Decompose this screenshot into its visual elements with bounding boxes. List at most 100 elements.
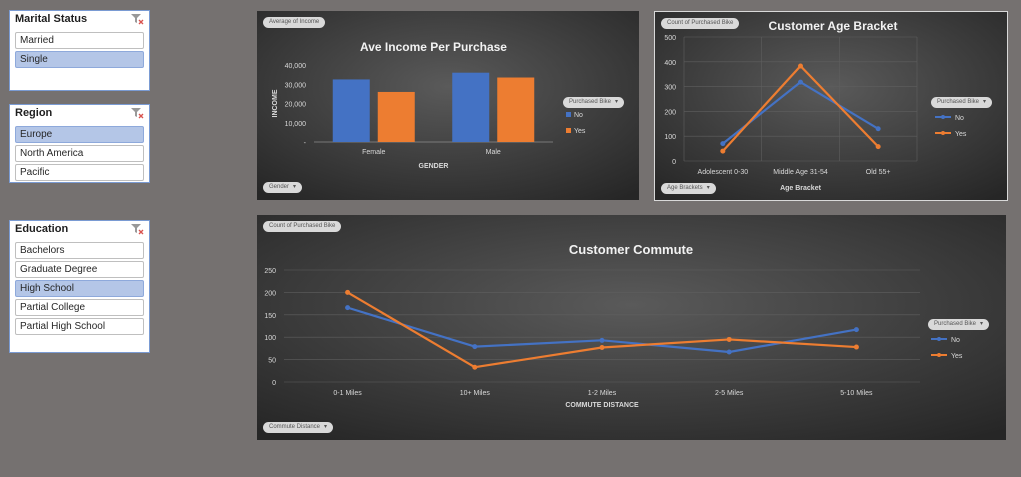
point-no-2	[599, 337, 605, 343]
point-no-4	[853, 327, 859, 333]
legend-field-button[interactable]: Purchased Bike	[563, 97, 625, 108]
y-tick-label: 300	[664, 85, 676, 92]
legend-dot-yes	[941, 131, 945, 135]
y-tick-label: 20,000	[285, 102, 307, 109]
x-tick-label: Male	[486, 149, 501, 156]
point-yes-1	[472, 364, 478, 370]
slicer-item-graduate-degree[interactable]: Graduate Degree	[15, 261, 144, 278]
x-tick-label: 2-5 Miles	[715, 390, 744, 397]
y-tick-label: 100	[664, 134, 676, 141]
slicer-header: Region	[10, 105, 149, 123]
bar-yes-male	[497, 77, 535, 142]
chart-title: Ave Income Per Purchase	[360, 40, 507, 54]
chart-title: Customer Age Bracket	[769, 19, 898, 33]
x-tick-label: 5-10 Miles	[840, 390, 873, 397]
age-chart[interactable]: Customer Age Bracket 0 100 200 300 400 500 Adol…	[654, 11, 1008, 201]
x-tick-label: Middle Age 31-54	[773, 169, 828, 176]
y-tick-label: 500	[664, 35, 676, 42]
value-field-button[interactable]: Average of Income	[263, 17, 326, 28]
y-tick-label: 0	[272, 380, 276, 387]
point-no-0	[345, 305, 351, 311]
legend-label-yes: Yes	[574, 128, 586, 135]
axis-field-button[interactable]: Gender	[263, 182, 303, 193]
commute-chart[interactable]: Customer Commute 0 50 100 150 200 250 0-1 Miles…	[257, 215, 1006, 440]
slicer-title: Region	[15, 107, 53, 119]
x-tick-label: 10+ Miles	[460, 390, 491, 397]
legend-dot-yes	[937, 353, 941, 357]
legend-label-no: No	[574, 112, 583, 119]
clear-filter-icon[interactable]	[130, 107, 144, 119]
legend-label-no: No	[951, 337, 960, 344]
point-yes-3	[726, 336, 732, 342]
x-axis-label: COMMUTE DISTANCE	[565, 402, 639, 409]
slicer-marital-status: Marital Status Married Single	[9, 10, 150, 91]
y-tick-label: 10,000	[285, 121, 307, 128]
x-tick-label: Adolescent 0-30	[698, 169, 749, 176]
legend-label-no: No	[955, 115, 964, 122]
point-no-1	[798, 79, 803, 85]
value-field-button[interactable]: Count of Purchased Bike	[263, 221, 342, 232]
y-tick-label: 40,000	[285, 63, 307, 70]
slicer-item-europe[interactable]: Europe	[15, 126, 144, 143]
point-no-0	[720, 141, 726, 147]
slicer-education: Education Bachelors Graduate Degree High…	[9, 220, 150, 353]
slicer-item-bachelors[interactable]: Bachelors	[15, 242, 144, 259]
legend-field-button[interactable]: Purchased Bike	[931, 97, 993, 108]
y-tick-label: 400	[664, 60, 676, 67]
slicer-item-north-america[interactable]: North America	[15, 145, 144, 162]
axis-field-button[interactable]: Age Brackets	[661, 183, 716, 194]
bar-no-male	[452, 72, 490, 142]
y-tick-label: 30,000	[285, 82, 307, 89]
x-tick-label: 0-1 Miles	[333, 390, 362, 397]
y-tick-label: 150	[264, 313, 276, 320]
slicer-item-married[interactable]: Married	[15, 32, 144, 49]
y-tick-label: 250	[264, 268, 276, 275]
bar-yes-female	[377, 91, 415, 142]
slicer-region: Region Europe North America Pacific	[9, 104, 150, 183]
slicer-item-partial-high-school[interactable]: Partial High School	[15, 318, 144, 335]
slicer-item-pacific[interactable]: Pacific	[15, 164, 144, 181]
axis-field-button[interactable]: Commute Distance	[263, 422, 334, 433]
point-no-2	[875, 126, 881, 132]
point-no-3	[726, 349, 732, 355]
y-tick-label: 50	[268, 358, 276, 365]
point-yes-1	[798, 63, 803, 69]
bar-no-female	[332, 79, 370, 142]
commute-chart-svg: Customer Commute 0 50 100 150 200 250 0-1 Miles…	[257, 215, 1006, 440]
point-yes-2	[599, 345, 605, 351]
slicer-item-partial-college[interactable]: Partial College	[15, 299, 144, 316]
legend-marker-yes	[566, 128, 571, 133]
y-tick-label: 100	[264, 335, 276, 342]
clear-filter-icon[interactable]	[130, 13, 144, 25]
point-no-1	[472, 344, 478, 350]
income-chart[interactable]: Ave Income Per Purchase -10,000 20,000 30,0…	[257, 11, 639, 200]
x-axis-label: GENDER	[419, 163, 449, 170]
value-field-button[interactable]: Count of Purchased Bike	[661, 18, 740, 29]
y-tick-label: 0	[672, 159, 676, 166]
point-yes-2	[875, 144, 881, 150]
point-yes-0	[720, 148, 726, 154]
x-tick-label: Old 55+	[866, 169, 891, 176]
legend-field-button[interactable]: Purchased Bike	[928, 319, 990, 330]
slicer-title: Marital Status	[15, 13, 88, 25]
x-axis-label: Age Bracket	[780, 185, 822, 192]
point-yes-0	[345, 289, 351, 295]
slicer-item-high-school[interactable]: High School	[15, 280, 144, 297]
slicer-title: Education	[15, 223, 69, 235]
legend-dot-no	[941, 115, 945, 119]
x-tick-label: 1-2 Miles	[588, 390, 617, 397]
y-axis-label: INCOME	[272, 89, 279, 117]
legend-marker-no	[566, 112, 571, 117]
point-yes-4	[853, 344, 859, 350]
legend-label-yes: Yes	[955, 131, 967, 138]
chart-title: Customer Commute	[569, 242, 693, 257]
legend-label-yes: Yes	[951, 353, 963, 360]
slicer-header: Education	[10, 221, 149, 239]
slicer-item-single[interactable]: Single	[15, 51, 144, 68]
y-tick-label: 200	[664, 109, 676, 116]
clear-filter-icon[interactable]	[130, 223, 144, 235]
legend-dot-no	[937, 337, 941, 341]
x-tick-label: Female	[362, 149, 385, 156]
slicer-header: Marital Status	[10, 11, 149, 29]
y-tick-label: 200	[264, 290, 276, 297]
